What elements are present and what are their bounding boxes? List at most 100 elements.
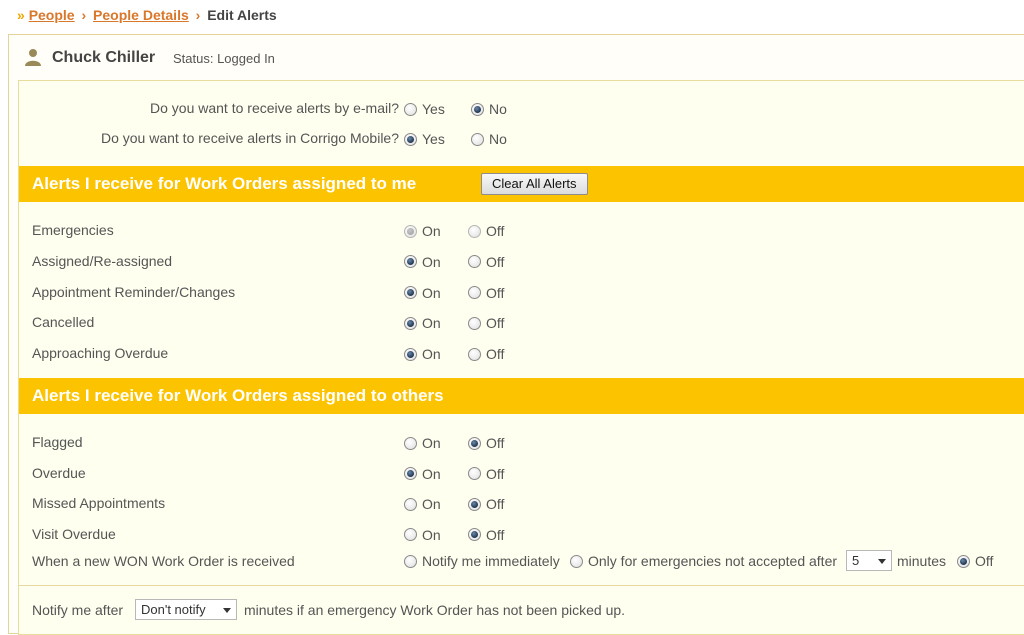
alert-flagged-off-option[interactable]: Off	[468, 435, 504, 451]
option-label: Only for emergencies not accepted after	[588, 553, 838, 569]
alert-visit-overdue-on-option[interactable]: On	[404, 527, 441, 543]
alert-row-label: Appointment Reminder/Changes	[32, 283, 236, 300]
alert-flagged-on-option[interactable]: On	[404, 435, 441, 451]
section-header-assigned-to-others: Alerts I receive for Work Orders assigne…	[19, 378, 1024, 414]
section-header-assigned-to-me: Alerts I receive for Work Orders assigne…	[19, 166, 1024, 202]
notify-suffix: minutes if an emergency Work Order has n…	[244, 602, 626, 618]
breadcrumb-chevron-icon: »	[17, 7, 25, 23]
won-notify-immediately-radio[interactable]	[404, 554, 417, 568]
won-minutes-label: minutes	[897, 553, 947, 569]
alert-approaching-overdue-on-option[interactable]: On	[404, 346, 441, 362]
alert-emergencies-on-radio	[404, 224, 417, 238]
chevron-down-icon	[878, 559, 886, 564]
option-label: Off	[486, 284, 505, 301]
option-label: On	[422, 526, 441, 543]
user-name: Chuck Chiller	[52, 49, 156, 66]
alert-missed-appointments-on-option[interactable]: On	[404, 496, 441, 512]
option-label: Off	[486, 435, 505, 451]
option-label: On	[422, 465, 441, 482]
email-alerts-yes-option[interactable]: Yes	[404, 101, 445, 117]
breadcrumb-link-people[interactable]: People	[29, 7, 75, 23]
option-label: Off	[486, 223, 505, 239]
alert-cancelled-on-option[interactable]: On	[404, 315, 441, 331]
alert-assigned-re-assigned-off-option[interactable]: Off	[468, 254, 504, 270]
notify-minutes-select[interactable]: Don't notify	[135, 599, 237, 620]
option-label: On	[422, 435, 441, 451]
alert-approaching-overdue-off-radio[interactable]	[468, 347, 481, 361]
option-label: On	[422, 346, 441, 363]
alert-visit-overdue-on-radio[interactable]	[404, 528, 417, 541]
alert-assigned-re-assigned-on-option[interactable]: On	[404, 254, 441, 270]
mobile-alerts-no-option[interactable]: No	[471, 131, 507, 147]
user-bar: Chuck Chiller Status: Logged In	[9, 35, 1024, 80]
alert-row-label: Flagged	[32, 434, 83, 450]
alert-overdue-on-radio[interactable]	[404, 467, 417, 480]
option-label: On	[422, 496, 441, 512]
option-label: Yes	[422, 131, 445, 147]
alert-row-label: Overdue	[32, 464, 86, 481]
option-label: Notify me immediately	[422, 553, 560, 569]
option-label: No	[489, 131, 507, 147]
alert-appointment-reminder-changes-off-radio[interactable]	[468, 286, 481, 300]
breadcrumb-current: Edit Alerts	[207, 7, 277, 23]
user-icon	[25, 49, 41, 66]
alert-flagged-on-radio[interactable]	[404, 436, 417, 450]
alert-approaching-overdue-off-option[interactable]: Off	[468, 346, 504, 362]
option-label: Off	[486, 526, 505, 543]
option-label: Off	[486, 465, 505, 482]
alert-assigned-re-assigned-off-radio[interactable]	[468, 255, 481, 269]
alert-visit-overdue-off-radio[interactable]	[468, 528, 481, 541]
alert-assigned-re-assigned-on-radio[interactable]	[404, 255, 417, 269]
mobile-alerts-no-radio[interactable]	[471, 132, 484, 146]
won-notify-immediately-option[interactable]: Notify me immediately	[404, 553, 560, 569]
alert-missed-appointments-off-radio[interactable]	[468, 497, 481, 511]
alert-cancelled-off-option[interactable]: Off	[468, 315, 504, 331]
user-status: Status: Logged In	[173, 51, 275, 66]
alert-flagged-off-radio[interactable]	[468, 436, 481, 450]
won-off-option[interactable]: Off	[957, 553, 993, 569]
option-label: On	[422, 223, 441, 239]
alert-row-label: Approaching Overdue	[32, 345, 169, 362]
alert-emergencies-on-option: On	[404, 223, 441, 239]
email-alerts-question: Do you want to receive alerts by e-mail?	[150, 100, 399, 116]
alert-overdue-off-option[interactable]: Off	[468, 466, 504, 482]
breadcrumb-separator-icon: ›	[81, 7, 87, 23]
alert-emergencies-off-option: Off	[468, 223, 504, 239]
alert-appointment-reminder-changes-on-radio[interactable]	[404, 286, 417, 300]
won-emergencies-radio[interactable]	[570, 554, 583, 568]
won-emergencies-option[interactable]: Only for emergencies not accepted after	[570, 553, 837, 569]
mobile-alerts-yes-option[interactable]: Yes	[404, 131, 445, 147]
option-label: On	[422, 315, 441, 332]
alert-row-label: Emergencies	[32, 222, 114, 238]
alert-overdue-off-radio[interactable]	[468, 467, 481, 480]
option-label: Yes	[422, 101, 445, 117]
notify-prefix: Notify me after	[32, 602, 124, 618]
alert-cancelled-off-radio[interactable]	[468, 316, 481, 330]
alert-approaching-overdue-on-radio[interactable]	[404, 347, 417, 361]
breadcrumb-link-people-details[interactable]: People Details	[93, 7, 189, 23]
divider	[19, 585, 1024, 586]
alert-visit-overdue-off-option[interactable]: Off	[468, 527, 504, 543]
mobile-alerts-question: Do you want to receive alerts in Corrigo…	[100, 130, 399, 146]
clear-all-alerts-button[interactable]: Clear All Alerts	[481, 173, 588, 195]
alert-cancelled-on-radio[interactable]	[404, 316, 417, 330]
alert-row-label: Visit Overdue	[32, 525, 116, 542]
email-alerts-no-radio[interactable]	[471, 102, 484, 116]
mobile-alerts-yes-radio[interactable]	[404, 132, 417, 146]
option-label: Off	[486, 496, 505, 512]
option-label: Off	[486, 315, 505, 332]
alert-appointment-reminder-changes-on-option[interactable]: On	[404, 285, 441, 301]
chevron-down-icon	[223, 608, 231, 613]
won-off-radio[interactable]	[957, 554, 970, 568]
won-label: When a new WON Work Order is received	[32, 553, 295, 569]
alert-appointment-reminder-changes-off-option[interactable]: Off	[468, 285, 504, 301]
won-minutes-select[interactable]: 5	[846, 550, 892, 571]
alert-row-label: Assigned/Re-assigned	[32, 252, 173, 269]
alert-overdue-on-option[interactable]: On	[404, 466, 441, 482]
alert-missed-appointments-off-option[interactable]: Off	[468, 496, 504, 512]
option-label: On	[422, 253, 441, 270]
email-alerts-no-option[interactable]: No	[471, 101, 507, 117]
alert-missed-appointments-on-radio[interactable]	[404, 497, 417, 511]
breadcrumb: » People › People Details › Edit Alerts	[17, 7, 277, 23]
email-alerts-yes-radio[interactable]	[404, 102, 417, 116]
